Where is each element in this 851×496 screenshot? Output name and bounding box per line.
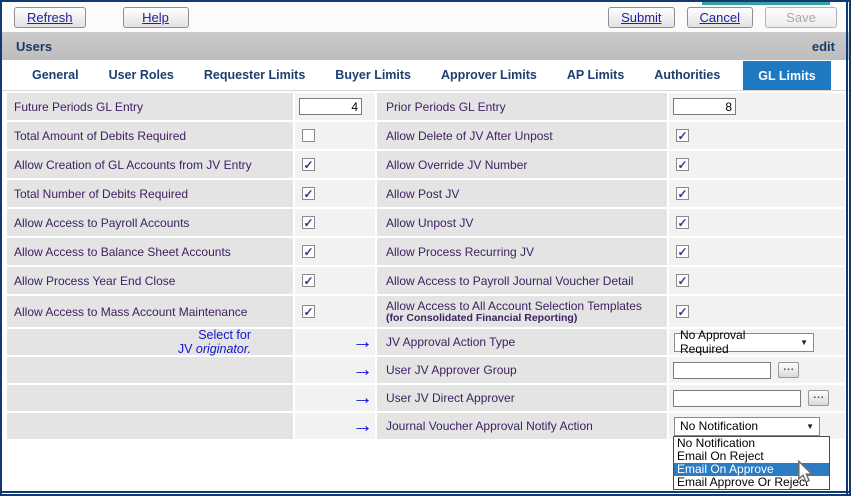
jv-originator-note: Select for JV originator. — [14, 328, 293, 356]
account-selection-templates-checkbox[interactable]: ✓ — [676, 305, 689, 318]
override-jv-number-checkbox[interactable]: ✓ — [676, 158, 689, 171]
field-label-line2: (for Consolidated Financial Reporting) — [386, 312, 577, 324]
jv-approver-group-input[interactable] — [673, 362, 771, 379]
page-title: Users — [16, 39, 52, 54]
row-jv-approval-action-type: Select for JV originator. → JV Approval … — [7, 329, 849, 355]
field-label: JV Approval Action Type — [377, 329, 667, 355]
process-recurring-jv-checkbox[interactable]: ✓ — [676, 245, 689, 258]
field-label: Allow Process Recurring JV — [377, 238, 667, 265]
refresh-button[interactable]: Refresh — [14, 7, 86, 28]
users-gl-limits-page: Refresh Help Submit Cancel Save Users ed… — [0, 0, 851, 496]
tab-user-roles[interactable]: User Roles — [94, 68, 189, 82]
gl-limits-form: Future Periods GL Entry Prior Periods GL… — [2, 91, 849, 439]
field-label: Prior Periods GL Entry — [377, 93, 667, 120]
edit-mode-label: edit — [812, 39, 835, 54]
chevron-down-icon: ▼ — [800, 338, 808, 347]
mouse-cursor-icon — [797, 460, 814, 484]
field-label: Allow Process Year End Close — [7, 267, 293, 294]
field-label: Future Periods GL Entry — [7, 93, 293, 120]
mass-account-maintenance-checkbox[interactable]: ✓ — [302, 305, 315, 318]
frame-inner-border — [2, 491, 849, 493]
toolbar: Refresh Help Submit Cancel Save — [2, 2, 849, 32]
field-label: Allow Post JV — [377, 180, 667, 207]
tab-requester-limits[interactable]: Requester Limits — [189, 68, 320, 82]
row-gl-accounts-from-jv: Allow Creation of GL Accounts from JV En… — [7, 151, 849, 178]
jv-notify-action-select[interactable]: No Notification ▼ — [674, 417, 820, 436]
total-number-debits-checkbox[interactable]: ✓ — [302, 187, 315, 200]
row-year-end-close: Allow Process Year End Close ✓ Allow Acc… — [7, 267, 849, 294]
field-label: Allow Creation of GL Accounts from JV En… — [7, 151, 293, 178]
field-label: Total Amount of Debits Required — [7, 122, 293, 149]
tab-buyer-limits[interactable]: Buyer Limits — [320, 68, 426, 82]
field-label: Allow Access to Payroll Accounts — [7, 209, 293, 236]
row-debits-amount: Total Amount of Debits Required Allow De… — [7, 122, 849, 149]
delete-jv-after-unpost-checkbox[interactable]: ✓ — [676, 129, 689, 142]
post-jv-checkbox[interactable]: ✓ — [676, 187, 689, 200]
balance-sheet-accounts-checkbox[interactable]: ✓ — [302, 245, 315, 258]
field-label: Journal Voucher Approval Notify Action — [377, 413, 667, 439]
row-debits-number: Total Number of Debits Required ✓ Allow … — [7, 180, 849, 207]
jv-approver-group-lookup-button[interactable]: ... — [778, 362, 799, 378]
row-gl-entry-periods: Future Periods GL Entry Prior Periods GL… — [7, 93, 849, 120]
tab-approver-limits[interactable]: Approver Limits — [426, 68, 552, 82]
payroll-accounts-checkbox[interactable]: ✓ — [302, 216, 315, 229]
jv-approval-action-type-select[interactable]: No Approval Required ▼ — [674, 333, 814, 352]
row-payroll-accounts: Allow Access to Payroll Accounts ✓ Allow… — [7, 209, 849, 236]
row-balance-sheet: Allow Access to Balance Sheet Accounts ✓… — [7, 238, 849, 265]
frame-inner-border — [846, 2, 848, 494]
help-button[interactable]: Help — [123, 7, 189, 28]
chevron-down-icon: ▼ — [806, 422, 814, 431]
year-end-close-checkbox[interactable]: ✓ — [302, 274, 315, 287]
cancel-button[interactable]: Cancel — [687, 7, 753, 28]
field-label: Allow Unpost JV — [377, 209, 667, 236]
field-label: Allow Access to Balance Sheet Accounts — [7, 238, 293, 265]
field-label: Allow Access to Payroll Journal Voucher … — [377, 267, 667, 294]
field-label: User JV Approver Group — [377, 357, 667, 383]
total-amount-debits-checkbox[interactable] — [302, 129, 315, 142]
row-jv-approver-group: → User JV Approver Group ... — [7, 357, 849, 383]
field-label: Total Number of Debits Required — [7, 180, 293, 207]
tab-ap-limits[interactable]: AP Limits — [552, 68, 639, 82]
save-button[interactable]: Save — [765, 7, 837, 28]
field-label: Allow Delete of JV After Unpost — [377, 122, 667, 149]
row-jv-notify-action: → Journal Voucher Approval Notify Action… — [7, 413, 849, 439]
create-gl-accounts-checkbox[interactable]: ✓ — [302, 158, 315, 171]
field-label: Allow Access to Mass Account Maintenance — [7, 296, 293, 327]
field-label: Allow Access to All Account Selection Te… — [377, 296, 667, 327]
tab-gl-limits[interactable]: GL Limits — [743, 61, 830, 90]
unpost-jv-checkbox[interactable]: ✓ — [676, 216, 689, 229]
tab-bar: General User Roles Requester Limits Buye… — [2, 60, 849, 91]
title-bar: Users edit — [2, 32, 849, 60]
row-jv-direct-approver: → User JV Direct Approver ... — [7, 385, 849, 411]
field-label-line1: Allow Access to All Account Selection Te… — [386, 300, 642, 312]
future-periods-input[interactable] — [299, 98, 362, 115]
prior-periods-input[interactable] — [673, 98, 736, 115]
option-no-notification[interactable]: No Notification — [674, 437, 829, 450]
field-label: Allow Override JV Number — [377, 151, 667, 178]
jv-direct-approver-lookup-button[interactable]: ... — [808, 390, 829, 406]
window-edge-fragment — [702, 2, 830, 5]
tab-general[interactable]: General — [17, 68, 94, 82]
jv-direct-approver-input[interactable] — [673, 390, 801, 407]
submit-button[interactable]: Submit — [608, 7, 674, 28]
tab-authorities[interactable]: Authorities — [639, 68, 735, 82]
field-label: User JV Direct Approver — [377, 385, 667, 411]
payroll-jv-detail-checkbox[interactable]: ✓ — [676, 274, 689, 287]
row-mass-account-maintenance: Allow Access to Mass Account Maintenance… — [7, 296, 849, 327]
